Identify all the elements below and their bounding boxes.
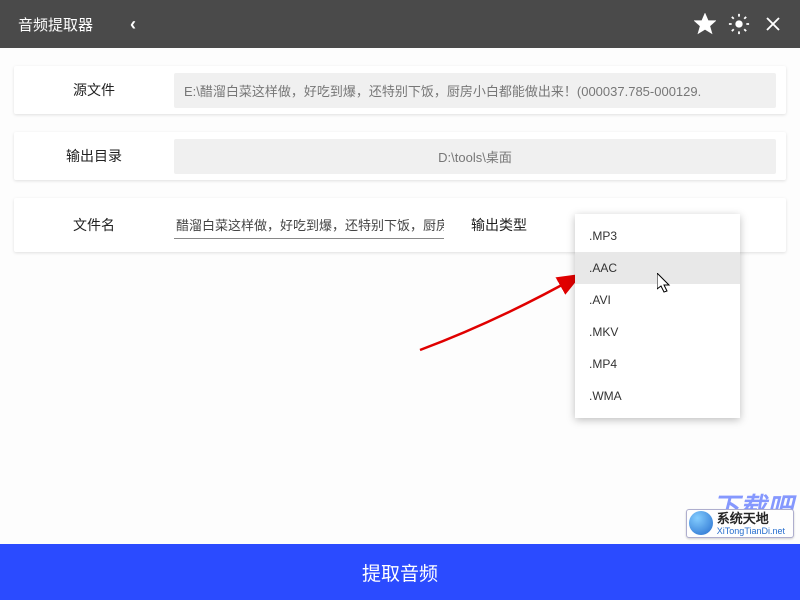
watermark: 下载吧 系统天地 XiTongTianDi.net: [604, 488, 794, 538]
filename-input[interactable]: 醋溜白菜这样做，好吃到爆，还特别下饭，厨房小白: [174, 211, 444, 239]
output-dir-label: 输出目录: [14, 146, 174, 166]
source-file-field[interactable]: E:\醋溜白菜这样做，好吃到爆，还特别下饭，厨房小白都能做出来！(000037.…: [174, 73, 776, 108]
dropdown-item[interactable]: .MKV: [575, 316, 740, 348]
watermark-title: 系统天地: [717, 512, 785, 526]
star-icon[interactable]: [688, 7, 722, 41]
dropdown-item[interactable]: .MP4: [575, 348, 740, 380]
globe-icon: [689, 511, 713, 535]
dropdown-item[interactable]: .AVI: [575, 284, 740, 316]
titlebar: 音频提取器 ‹: [0, 0, 800, 48]
output-dir-field[interactable]: D:\tools\桌面: [174, 139, 776, 174]
output-dir-panel: 输出目录 D:\tools\桌面: [14, 132, 786, 180]
back-button[interactable]: ‹: [121, 14, 145, 35]
extract-audio-button[interactable]: 提取音频: [0, 544, 800, 600]
source-file-label: 源文件: [14, 80, 174, 100]
output-type-label: 输出类型: [444, 215, 554, 235]
close-icon[interactable]: [756, 7, 790, 41]
watermark-back-text: 下载吧: [713, 487, 794, 524]
dropdown-item[interactable]: .WMA: [575, 380, 740, 412]
dropdown-item[interactable]: .AAC: [575, 252, 740, 284]
gear-icon[interactable]: [722, 7, 756, 41]
output-type-dropdown: .MP3.AAC.AVI.MKV.MP4.WMA: [575, 214, 740, 418]
watermark-url: XiTongTianDi.net: [717, 526, 785, 536]
dropdown-item[interactable]: .MP3: [575, 220, 740, 252]
app-title: 音频提取器: [18, 14, 93, 35]
source-file-panel: 源文件 E:\醋溜白菜这样做，好吃到爆，还特别下饭，厨房小白都能做出来！(000…: [14, 66, 786, 114]
filename-label: 文件名: [14, 215, 174, 235]
